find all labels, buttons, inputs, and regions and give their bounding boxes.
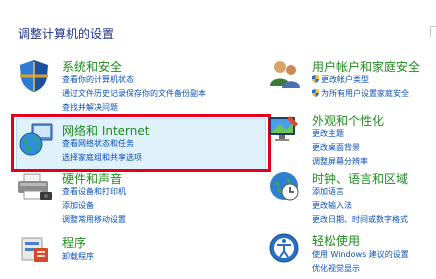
link-adjust-resolution[interactable]: 调整屏幕分辨率 xyxy=(312,156,368,167)
category-title-system-security[interactable]: 系统和安全 xyxy=(62,58,122,75)
window-edge xyxy=(430,26,436,37)
users-icon[interactable] xyxy=(268,58,302,90)
link-change-account-type[interactable]: 更改帐户类型 xyxy=(312,74,369,85)
category-title-clock[interactable]: 时钟、语言和区域 xyxy=(312,170,408,187)
category-title-programs[interactable]: 程序 xyxy=(62,234,86,251)
page-title: 调整计算机的设置 xyxy=(18,27,115,41)
hardware-printer-icon[interactable] xyxy=(16,172,54,204)
link-change-theme[interactable]: 更改主题 xyxy=(312,128,344,139)
link-add-device[interactable]: 添加设备 xyxy=(62,200,94,211)
category-title-hardware[interactable]: 硬件和声音 xyxy=(62,170,122,187)
link-change-input-method[interactable]: 更改输入法 xyxy=(312,200,352,211)
network-globe-icon[interactable] xyxy=(18,122,54,158)
link-windows-suggested-settings[interactable]: 使用 Windows 建议的设置 xyxy=(312,249,409,260)
category-title-network[interactable]: 网络和 Internet xyxy=(62,122,149,139)
link-view-computer-status[interactable]: 查看你的计算机状态 xyxy=(62,74,134,85)
category-title-user-accounts[interactable]: 用户帐户和家庭安全 xyxy=(312,58,420,75)
uac-shield-icon xyxy=(312,89,319,97)
link-mobility-settings[interactable]: 调整常用移动设置 xyxy=(62,214,126,225)
link-devices-printers[interactable]: 查看设备和打印机 xyxy=(62,186,126,197)
link-change-account-type-label: 更改帐户类型 xyxy=(321,75,369,84)
link-family-safety[interactable]: 为所有用户设置家庭安全 xyxy=(312,88,409,99)
category-title-appearance[interactable]: 外观和个性化 xyxy=(312,112,384,129)
link-file-history-backup[interactable]: 通过文件历史记录保存你的文件备份副本 xyxy=(62,88,206,99)
link-uninstall-program[interactable]: 卸载程序 xyxy=(62,251,94,262)
link-change-desktop-background[interactable]: 更改桌面背景 xyxy=(312,142,360,153)
programs-icon[interactable] xyxy=(20,234,50,264)
link-homegroup-sharing[interactable]: 选择家庭组和共享选项 xyxy=(62,152,142,163)
appearance-monitor-icon[interactable] xyxy=(268,114,300,144)
link-network-status[interactable]: 查看网络状态和任务 xyxy=(62,138,134,149)
link-family-safety-label: 为所有用户设置家庭安全 xyxy=(321,89,409,98)
system-security-shield-icon[interactable] xyxy=(18,58,50,94)
uac-shield-icon xyxy=(312,75,319,83)
link-change-date-format[interactable]: 更改日期、时间或数字格式 xyxy=(312,214,408,225)
link-troubleshoot[interactable]: 查找并解决问题 xyxy=(62,102,118,113)
ease-of-access-icon[interactable] xyxy=(268,232,300,264)
link-add-language[interactable]: 添加语言 xyxy=(312,186,344,197)
category-title-ease-of-access[interactable]: 轻松使用 xyxy=(312,232,360,249)
clock-globe-icon[interactable] xyxy=(268,170,300,202)
link-optimize-visual-display[interactable]: 优化视觉显示 xyxy=(312,263,360,274)
